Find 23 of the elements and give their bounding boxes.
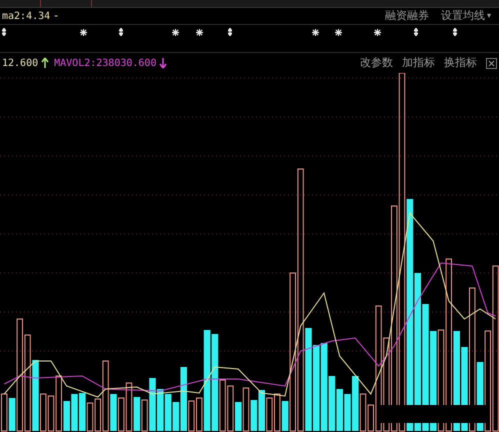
updown-marker-icon: [2, 28, 6, 36]
indicator-value: 12.600: [2, 56, 38, 70]
ma-label: ma2:4.34: [2, 10, 50, 24]
mavol-value: MAVOL2:238030.600: [54, 56, 156, 70]
updown-marker-icon: [453, 28, 457, 36]
star-marker-icon: [196, 29, 203, 36]
star-marker-icon: [172, 29, 179, 36]
close-button[interactable]: [486, 58, 497, 68]
indicator-action[interactable]: 改参数: [360, 54, 393, 72]
indicator-action[interactable]: 加指标: [402, 54, 435, 72]
star-marker-icon: [312, 29, 319, 36]
close-icon: [488, 60, 495, 66]
header-link[interactable]: 设置均线: [440, 8, 485, 24]
updown-marker-icon: [228, 28, 232, 36]
updown-marker-icon: [414, 28, 418, 36]
indicator-action[interactable]: 换指标: [444, 54, 477, 72]
star-marker-icon: [335, 29, 342, 36]
star-marker-icon: [374, 29, 381, 36]
header-link[interactable]: 融资融券: [384, 8, 429, 24]
dropdown-caret[interactable]: ▾: [486, 10, 491, 22]
updown-marker-icon: [119, 28, 123, 36]
ma-dash: -: [54, 8, 58, 24]
star-marker-icon: [80, 29, 87, 36]
